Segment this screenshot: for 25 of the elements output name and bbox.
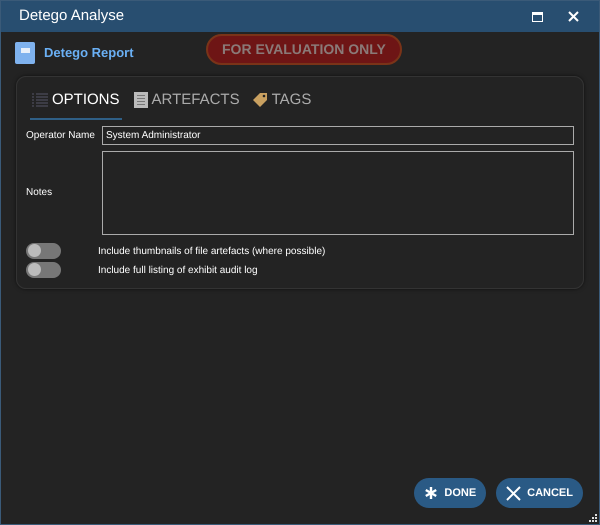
- resize-grip-icon[interactable]: [588, 513, 597, 522]
- tag-icon: [252, 92, 268, 108]
- toggle-label: Include thumbnails of file artefacts (where possible): [98, 244, 326, 258]
- toggle-switch[interactable]: [26, 262, 61, 278]
- field-label: Notes: [26, 186, 54, 200]
- toggle-label: Include full listing of exhibit audit log: [98, 264, 258, 278]
- tab[interactable]: ARTEFACTS: [134, 89, 240, 120]
- window-title: Detego Analyse: [19, 6, 126, 26]
- notes-field[interactable]: [102, 150, 574, 234]
- tab[interactable]: TAGS: [252, 89, 312, 120]
- text-field[interactable]: System Administrator: [102, 126, 574, 144]
- list-icon: [32, 93, 48, 108]
- document-icon: [134, 92, 148, 108]
- done-button[interactable]: DONE: [414, 478, 486, 508]
- field-label: Operator Name: [26, 128, 96, 142]
- cancel-button[interactable]: CANCEL: [496, 478, 583, 508]
- close-icon[interactable]: [568, 11, 579, 22]
- report-title: Detego Report: [44, 44, 135, 62]
- evaluation-badge: FOR EVALUATION ONLY: [206, 34, 402, 64]
- asterisk-icon: [424, 486, 438, 500]
- toggle-switch[interactable]: [26, 242, 61, 258]
- close-icon: [506, 486, 522, 500]
- maximize-icon[interactable]: [532, 12, 543, 22]
- report-icon: [15, 42, 35, 64]
- tab[interactable]: OPTIONS: [30, 89, 122, 120]
